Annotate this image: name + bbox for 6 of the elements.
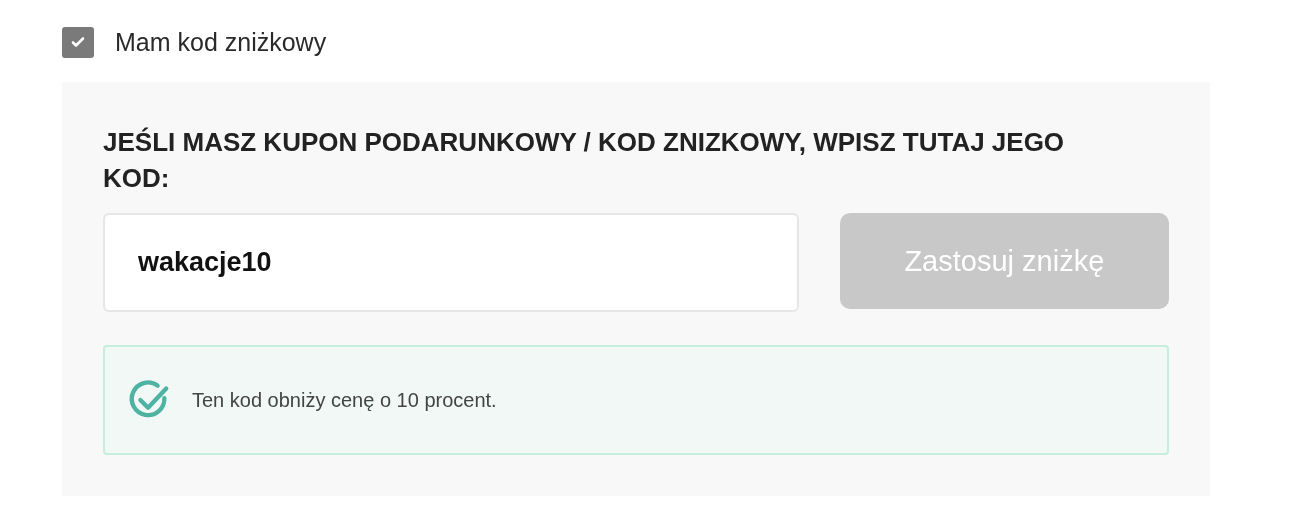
- coupon-heading: JEŚLI MASZ KUPON PODARUNKOWY / KOD ZNIZKOWY, WPISZ TUTAJ JEGO KOD:: [103, 126, 1066, 195]
- code-field[interactable]: wakacje10: [103, 213, 799, 312]
- checkbox[interactable]: [62, 26, 94, 58]
- check-icon: [70, 34, 86, 50]
- message-text: Ten kod obniży cenę o 10 procent.: [192, 388, 497, 412]
- checkbox-label[interactable]: Mam kod zniżkowy: [115, 27, 327, 57]
